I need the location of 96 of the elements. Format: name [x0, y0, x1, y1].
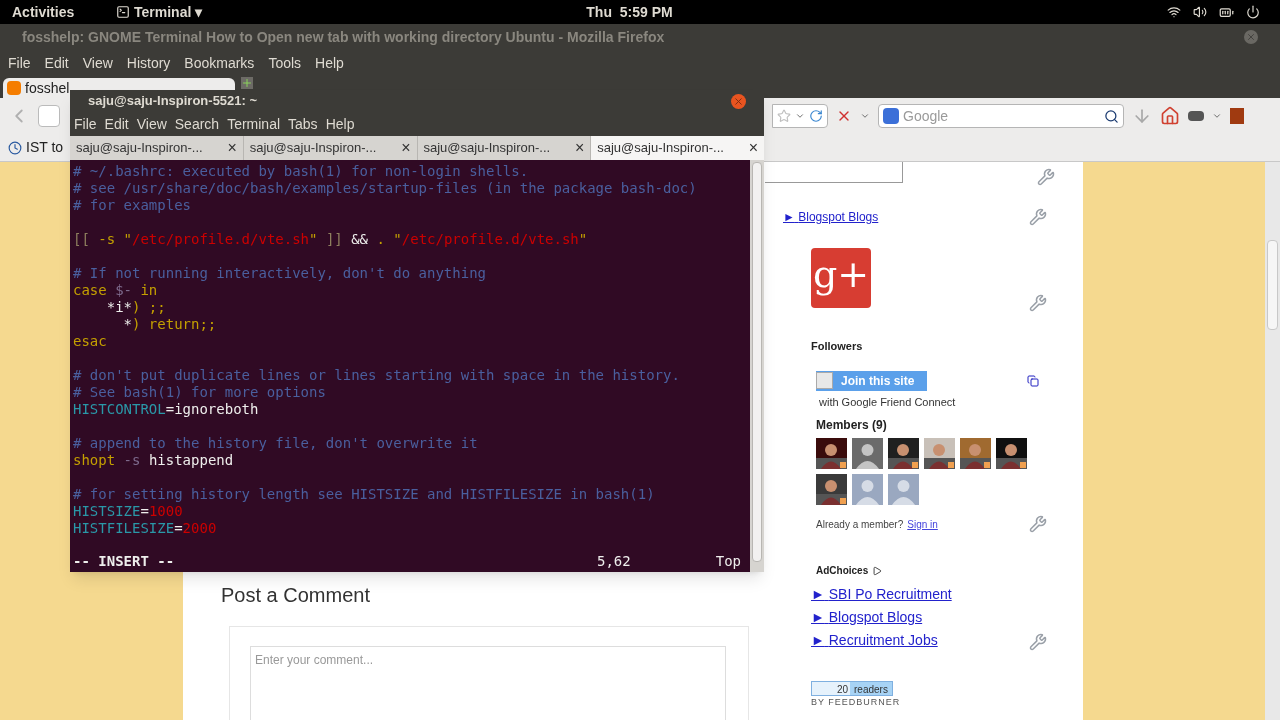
menu-item[interactable]: Tabs — [288, 113, 318, 135]
new-tab-button[interactable] — [241, 77, 253, 89]
terminal-tab[interactable]: saju@saju-Inspiron-... × — [243, 136, 418, 160]
menu-item[interactable]: View — [82, 52, 113, 74]
search-icon[interactable] — [1104, 108, 1119, 124]
menu-item[interactable]: Terminal — [227, 113, 281, 135]
code-line: shopt -s histappend — [73, 452, 234, 469]
avatar-icon[interactable] — [852, 438, 883, 469]
code-line: *i*) ;; — [105, 299, 166, 316]
addon-icon[interactable] — [1188, 111, 1204, 121]
home-icon[interactable] — [1160, 106, 1180, 126]
menu-item[interactable]: History — [126, 52, 171, 74]
dropdown-icon[interactable] — [795, 111, 805, 121]
member-prompt: Already a member? — [816, 517, 904, 532]
close-icon[interactable]: × — [401, 136, 411, 160]
comment-field[interactable]: Enter your comment... — [250, 646, 726, 720]
ad-link[interactable]: ► Blogspot Blogs — [811, 607, 952, 628]
app-menu[interactable]: Terminal ▾ — [116, 1, 203, 23]
ad-link[interactable]: ► Recruitment Jobs — [811, 630, 952, 651]
ad-link[interactable]: ► SBI Po Recruitment — [811, 584, 952, 605]
vim-mode: -- INSERT -- — [73, 553, 175, 570]
wrench-icon[interactable] — [1029, 294, 1047, 312]
power-icon[interactable] — [1246, 5, 1260, 19]
terminal-scrollbar[interactable] — [750, 160, 764, 572]
menu-item[interactable]: View — [136, 113, 167, 135]
dropdown-icon[interactable] — [860, 111, 870, 121]
terminal-tab[interactable]: saju@saju-Inspiron-... × — [70, 136, 244, 160]
reload-icon[interactable] — [809, 109, 823, 123]
code-line: HISTFILESIZE=2000 — [73, 520, 217, 537]
code-line: case $- in — [73, 282, 158, 299]
star-icon[interactable] — [777, 109, 791, 123]
wifi-icon[interactable] — [1167, 5, 1181, 19]
code-line: # If not running interactively, don't do anything — [73, 265, 486, 282]
code-line: # for setting history length see HISTSIZE and HISTFILESIZE in bash(1) — [73, 486, 655, 503]
clock-icon — [8, 140, 22, 155]
code-line: esac — [73, 333, 107, 350]
wrench-icon[interactable] — [1037, 168, 1055, 186]
terminal-icon — [116, 5, 130, 19]
code-line: # append to the history file, don't overwrite it — [73, 435, 478, 452]
adchoices-icon[interactable] — [872, 565, 883, 576]
sign-in-link[interactable]: Sign in — [907, 516, 938, 532]
clock[interactable]: Thu 5:59 PM — [586, 1, 673, 23]
code-line: HISTSIZE=1000 — [73, 503, 183, 520]
cursor-position: 5,62 — [597, 553, 631, 570]
code-line: # see /usr/share/doc/bash/examples/startup-files (in the package bash-doc) — [73, 180, 697, 197]
scroll-position: Top — [715, 553, 741, 570]
code-line: # ~/.bashrc: executed by bash(1) for non-login shells. — [73, 163, 529, 180]
code-line: # don't put duplicate lines or lines starting with space in the history. — [73, 367, 680, 384]
join-caption: with Google Friend Connect — [818, 394, 957, 410]
close-button[interactable] — [731, 93, 746, 109]
popout-icon[interactable] — [1027, 374, 1039, 387]
menu-item[interactable]: Help — [315, 52, 344, 74]
search-box[interactable] — [765, 162, 903, 183]
sidebar-link[interactable]: ► Blogspot Blogs — [783, 208, 879, 226]
code-line: HISTCONTROL=ignoreboth — [73, 401, 259, 418]
close-icon[interactable]: × — [227, 136, 237, 160]
section-heading: Post a Comment — [221, 583, 371, 608]
menu-item[interactable]: Help — [325, 113, 355, 135]
menu-item[interactable]: Tools — [268, 52, 302, 74]
widget-title: Followers — [810, 339, 864, 354]
window-title: fosshelp: GNOME Terminal How to Open new tab with working directory Ubuntu - Mozilla Firefox — [0, 24, 1280, 50]
scrollbar[interactable] — [1265, 162, 1280, 720]
adchoices-label[interactable]: AdChoices — [816, 563, 869, 578]
wrench-icon[interactable] — [1029, 515, 1047, 533]
url-bar-end[interactable] — [772, 104, 828, 128]
dropdown-icon[interactable] — [1212, 111, 1222, 121]
search-engine-icon[interactable] — [883, 108, 899, 124]
menu-item[interactable]: Bookmarks — [184, 52, 255, 74]
code-line: # See bash(1) for more options — [73, 384, 326, 401]
wrench-icon[interactable] — [1029, 208, 1047, 226]
menu-item[interactable]: File — [8, 52, 31, 74]
code-line: [[ -s "/etc/profile.d/vte.sh" ]] && . "/etc/profile.d/vte.sh" — [73, 231, 588, 248]
readers-badge[interactable]: 20 readers — [811, 681, 893, 696]
wrench-icon[interactable] — [1029, 633, 1047, 651]
activities-button[interactable]: Activities — [12, 1, 100, 23]
menu-item[interactable]: Edit — [44, 52, 69, 74]
close-button[interactable] — [1244, 30, 1258, 44]
menu-item[interactable]: Search — [174, 113, 220, 135]
menu-item[interactable]: File — [74, 113, 97, 135]
avatar-icon[interactable] — [852, 474, 883, 505]
page-icon[interactable] — [38, 105, 60, 127]
search-input[interactable]: Google — [903, 105, 1100, 127]
close-icon[interactable]: × — [748, 136, 758, 160]
terminal-tab[interactable]: saju@saju-Inspiron-... × — [591, 136, 764, 160]
close-icon[interactable]: × — [574, 136, 585, 160]
avatar-icon[interactable] — [888, 474, 919, 505]
terminal-tab[interactable]: saju@saju-Inspiron-... × — [417, 136, 592, 160]
code-line: *) return;; — [122, 316, 217, 333]
volume-icon[interactable] — [1193, 5, 1207, 19]
feedburner-byline: BY FEEDBURNER — [811, 696, 902, 709]
menu-item[interactable]: Edit — [104, 113, 129, 135]
gplus-logo[interactable]: g+ — [811, 248, 871, 308]
search-bar[interactable]: Google — [878, 104, 1124, 128]
bookmark-item[interactable]: IST to — [8, 137, 64, 158]
members-title: Members (9) — [815, 417, 888, 434]
code-line: # for examples — [73, 197, 191, 214]
